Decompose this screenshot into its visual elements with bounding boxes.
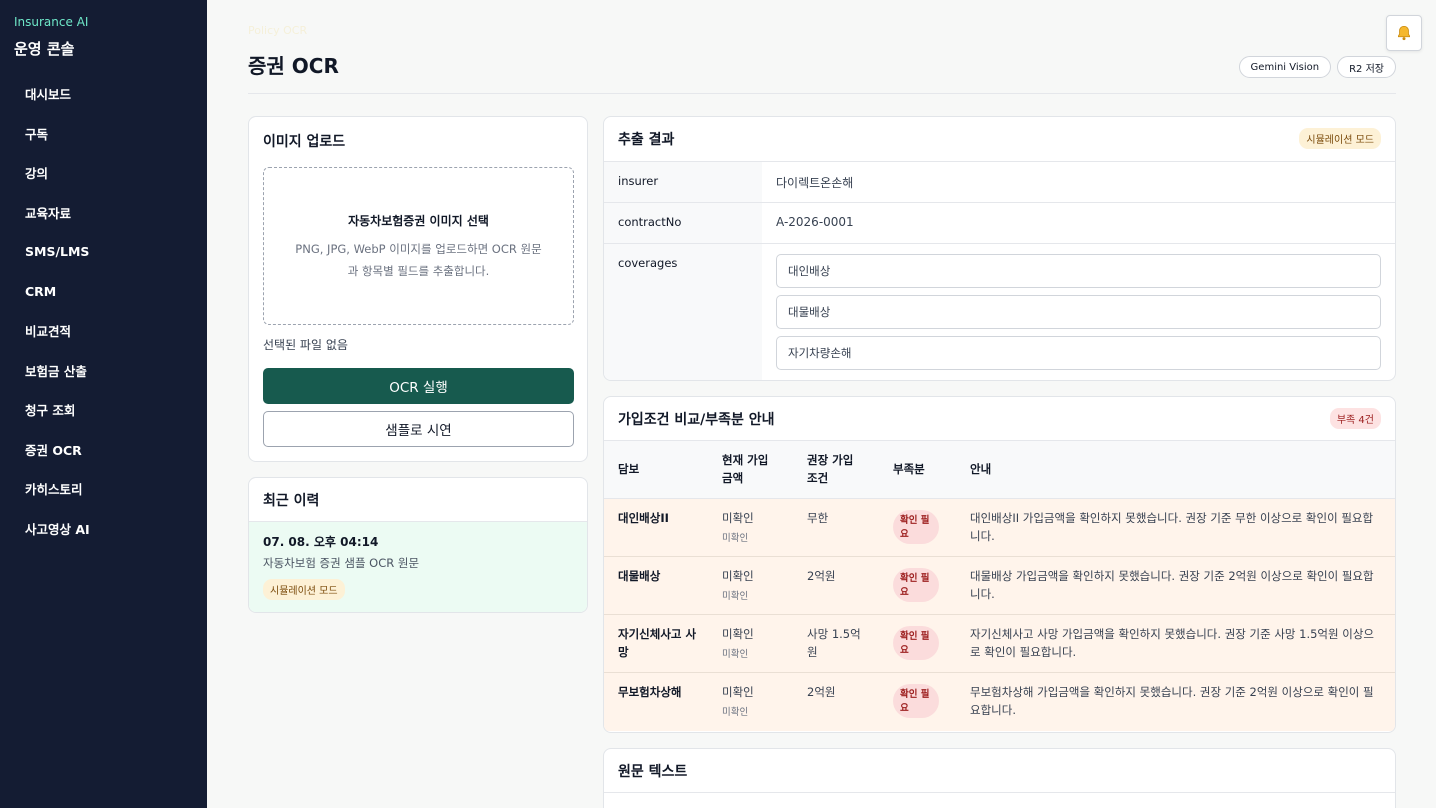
brand-subtitle: Insurance AI (14, 15, 89, 29)
sidebar-item-car-history[interactable]: 카히스토리 (0, 469, 207, 509)
sidebar: Insurance AI 운영 콘솔 대시보드 구독 강의 교육자료 SMS/L… (0, 0, 207, 808)
main-content: Policy OCR 증권 OCR Gemini Vision R2 저장 이미… (207, 0, 1436, 808)
row-coverage: 대인배상II (618, 511, 669, 525)
brand-title: 운영 콘솔 (14, 40, 75, 58)
bell-icon (1398, 25, 1410, 41)
sidebar-item-policy-ocr[interactable]: 증권 OCR (0, 430, 207, 470)
row-guide: 대물배상 가입금액을 확인하지 못했습니다. 권장 기준 2억원 이상으로 확인… (970, 569, 1374, 601)
sidebar-item-claim-calc[interactable]: 보험금 산출 (0, 351, 207, 391)
result-row-coverages: coverages 대인배상 대물배상 자기차량손해 (604, 244, 1395, 380)
coverage-compare-card: 가입조건 비교/부족분 안내 부족 4건 담보 현재 가입 금액 권장 가입 조… (603, 396, 1396, 733)
result-key: contractNo (604, 203, 762, 243)
col-coverage: 담보 (618, 462, 640, 476)
sidebar-item-materials[interactable]: 교육자료 (0, 193, 207, 233)
sidebar-item-accident-video[interactable]: 사고영상 AI (0, 509, 207, 549)
row-coverage: 자기신체사고 사망 (618, 627, 697, 659)
row-recommended: 사망 1.5억원 (807, 627, 861, 659)
status-badge: 확인 필요 (893, 510, 939, 544)
compare-title: 가입조건 비교/부족분 안내 (618, 412, 775, 428)
result-row-contract: contractNo A-2026-0001 (604, 203, 1395, 244)
status-badge: 확인 필요 (893, 626, 939, 660)
compare-table-header: 담보 현재 가입 금액 권장 가입 조건 부족분 안내 (604, 441, 1395, 499)
row-recommended: 무한 (807, 511, 829, 525)
row-current-sub: 미확인 (722, 707, 749, 718)
row-current-sub: 미확인 (722, 591, 749, 602)
header-divider (248, 93, 1396, 94)
extraction-result-card: 추출 결과 시뮬레이션 모드 insurer 다이렉트온손해 contractN… (603, 116, 1396, 381)
row-current: 미확인 (722, 511, 754, 525)
history-title: 최근 이력 (263, 493, 320, 509)
raw-text-card: 원문 텍스트 (603, 748, 1396, 808)
header-pills: Gemini Vision R2 저장 (1238, 56, 1396, 78)
raw-title: 원문 텍스트 (618, 764, 688, 780)
image-dropzone[interactable]: 자동차보험증권 이미지 선택 PNG, JPG, WebP 이미지를 업로드하면… (263, 167, 574, 325)
page-eyebrow: Policy OCR (248, 24, 308, 37)
history-time: 07. 08. 오후 04:14 (263, 535, 379, 549)
sidebar-item-crm[interactable]: CRM (0, 272, 207, 312)
dropzone-description: PNG, JPG, WebP 이미지를 업로드하면 OCR 원문과 항목별 필드… (295, 242, 542, 278)
history-item[interactable]: 07. 08. 오후 04:14 자동차보험 증권 샘플 OCR 원문 시뮬레이… (249, 522, 587, 612)
result-value: 다이렉트온손해 (776, 176, 854, 190)
sidebar-item-dashboard[interactable]: 대시보드 (0, 74, 207, 114)
status-badge: 확인 필요 (893, 684, 939, 718)
upload-card: 이미지 업로드 자동차보험증권 이미지 선택 PNG, JPG, WebP 이미… (248, 116, 588, 462)
selected-file-status: 선택된 파일 없음 (263, 338, 348, 352)
result-header: 추출 결과 시뮬레이션 모드 (604, 117, 1395, 162)
col-recommended: 권장 가입 조건 (807, 453, 854, 485)
history-mode-badge: 시뮬레이션 모드 (263, 579, 345, 600)
col-guide: 안내 (970, 462, 992, 476)
sample-demo-button[interactable]: 샘플로 시연 (263, 411, 574, 447)
result-value: A-2026-0001 (776, 215, 854, 229)
row-current-sub: 미확인 (722, 533, 749, 544)
row-current-sub: 미확인 (722, 649, 749, 660)
sidebar-item-quote-compare[interactable]: 비교견적 (0, 311, 207, 351)
row-guide: 자기신체사고 사망 가입금액을 확인하지 못했습니다. 권장 기준 사망 1.5… (970, 627, 1374, 659)
table-row: 대물배상 미확인 미확인 2억원 확인 필요 대물배상 가입금액을 확인하지 못… (604, 557, 1395, 615)
history-text: 자동차보험 증권 샘플 OCR 원문 (263, 556, 420, 570)
history-header: 최근 이력 (249, 478, 587, 522)
row-recommended: 2억원 (807, 685, 836, 699)
coverage-item: 대물배상 (776, 295, 1381, 329)
pill-gemini-vision: Gemini Vision (1238, 56, 1332, 78)
result-key: coverages (604, 244, 762, 380)
row-current: 미확인 (722, 627, 754, 641)
notification-button[interactable] (1386, 15, 1422, 51)
result-key: insurer (604, 162, 762, 202)
pill-r2-storage: R2 저장 (1337, 56, 1396, 78)
col-current: 현재 가입 금액 (722, 453, 769, 485)
row-current: 미확인 (722, 569, 754, 583)
result-mode-badge: 시뮬레이션 모드 (1299, 128, 1381, 149)
coverage-item: 자기차량손해 (776, 336, 1381, 370)
row-coverage: 대물배상 (618, 569, 661, 583)
row-guide: 대인배상II 가입금액을 확인하지 못했습니다. 권장 기준 무한 이상으로 확… (970, 511, 1374, 543)
run-ocr-button[interactable]: OCR 실행 (263, 368, 574, 404)
row-coverage: 무보험차상해 (618, 685, 682, 699)
row-recommended: 2억원 (807, 569, 836, 583)
sidebar-item-claim-lookup[interactable]: 청구 조회 (0, 390, 207, 430)
row-guide: 무보험차상해 가입금액을 확인하지 못했습니다. 권장 기준 2억원 이상으로 … (970, 685, 1374, 717)
sidebar-item-subscription[interactable]: 구독 (0, 114, 207, 154)
result-title: 추출 결과 (618, 132, 675, 148)
table-row: 대인배상II 미확인 미확인 무한 확인 필요 대인배상II 가입금액을 확인하… (604, 499, 1395, 557)
compare-header: 가입조건 비교/부족분 안내 부족 4건 (604, 397, 1395, 441)
table-row: 무보험차상해 미확인 미확인 2억원 확인 필요 무보험차상해 가입금액을 확인… (604, 673, 1395, 731)
sidebar-item-sms[interactable]: SMS/LMS (0, 232, 207, 272)
sidebar-nav: 대시보드 구독 강의 교육자료 SMS/LMS CRM 비교견적 보험금 산출 … (0, 74, 207, 548)
col-shortfall: 부족분 (893, 462, 925, 476)
coverage-item: 대인배상 (776, 254, 1381, 288)
shortfall-count-badge: 부족 4건 (1329, 408, 1381, 429)
table-row: 자기신체사고 사망 미확인 미확인 사망 1.5억원 확인 필요 자기신체사고 … (604, 615, 1395, 673)
page-title: 증권 OCR (248, 54, 339, 78)
recent-history-card: 최근 이력 07. 08. 오후 04:14 자동차보험 증권 샘플 OCR 원… (248, 477, 588, 613)
upload-title: 이미지 업로드 (263, 134, 346, 150)
dropzone-title: 자동차보험증권 이미지 선택 (348, 214, 489, 228)
raw-header: 원문 텍스트 (604, 749, 1395, 793)
status-badge: 확인 필요 (893, 568, 939, 602)
result-row-insurer: insurer 다이렉트온손해 (604, 162, 1395, 203)
sidebar-item-lecture[interactable]: 강의 (0, 153, 207, 193)
row-current: 미확인 (722, 685, 754, 699)
